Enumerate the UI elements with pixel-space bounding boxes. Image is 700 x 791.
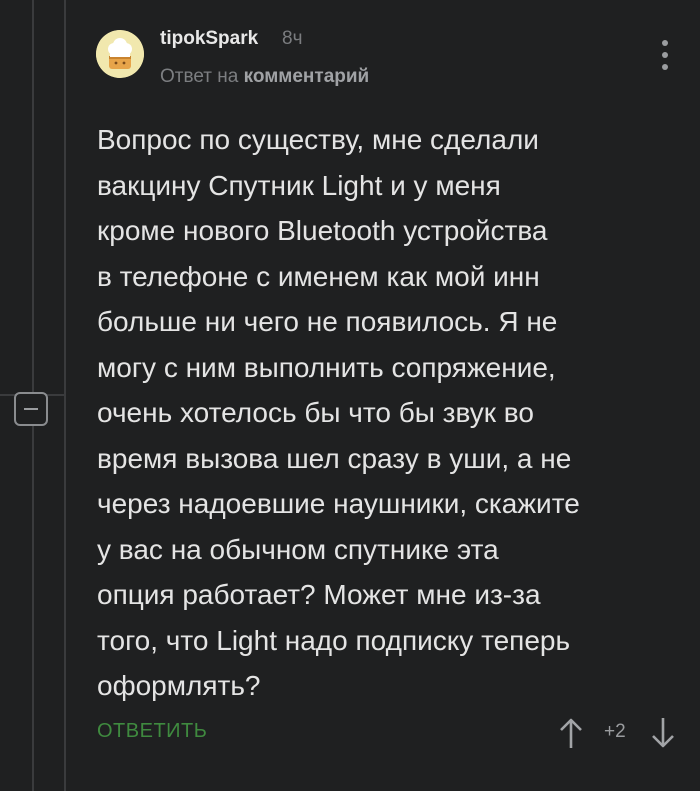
avatar[interactable]: [96, 30, 144, 78]
comment-body: Вопрос по существу, мне сделали вакцину …: [97, 124, 580, 701]
minus-icon: [24, 408, 38, 410]
thread-line-inner: [64, 0, 66, 791]
comment-score: +2: [604, 721, 626, 742]
comment-menu-button[interactable]: [658, 40, 672, 70]
comment-time: 8ч: [282, 28, 303, 49]
reply-prefix: Ответ на: [160, 66, 239, 87]
arrow-down-icon[interactable]: [650, 716, 676, 750]
arrow-up-icon[interactable]: [558, 716, 584, 750]
chef-hat-avatar-icon: [96, 30, 144, 78]
reply-button[interactable]: ОТВЕТИТЬ: [97, 720, 207, 743]
collapse-thread-button[interactable]: [14, 392, 48, 426]
reply-parent-link[interactable]: комментарий: [244, 66, 370, 87]
comment-author[interactable]: tipokSpark: [160, 28, 258, 50]
reply-context: Ответ на комментарий: [160, 66, 369, 88]
vertical-dots-icon: [662, 40, 668, 46]
